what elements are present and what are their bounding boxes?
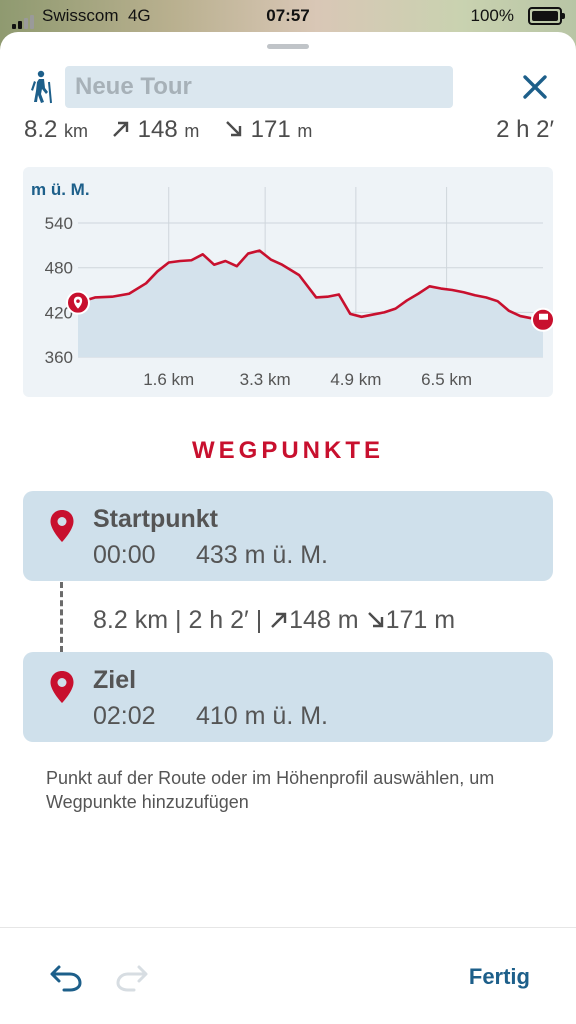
tour-stats: 8.2 km 148 m 171 m 2 h 2′ bbox=[24, 116, 554, 146]
waypoint-card-end[interactable]: Ziel 02:02 410 m ü. M. bbox=[23, 652, 553, 742]
undo-icon[interactable] bbox=[48, 962, 84, 992]
distance-stat: 8.2 km bbox=[24, 116, 89, 143]
y-tick-label: 360 bbox=[45, 348, 73, 367]
ascent-arrow-icon bbox=[113, 121, 129, 137]
waypoint-time: 00:00 bbox=[93, 541, 156, 569]
waypoint-time: 02:02 bbox=[93, 702, 156, 730]
battery-percent: 100% bbox=[470, 6, 514, 25]
segment-duration: 2 h 2′ bbox=[188, 606, 249, 634]
elevation-area bbox=[78, 250, 543, 357]
x-tick-label: 4.9 km bbox=[330, 370, 381, 389]
waypoint-elevation: 410 m ü. M. bbox=[196, 702, 328, 730]
ascent-stat: 148 m bbox=[111, 116, 199, 144]
descent-arrow-icon bbox=[367, 612, 383, 628]
descent-stat: 171 m bbox=[224, 116, 312, 144]
segment-descent: 171 m bbox=[385, 606, 456, 634]
x-tick-label: 6.5 km bbox=[421, 370, 472, 389]
y-tick-label: 480 bbox=[45, 259, 73, 278]
segment-stats: 8.2 km | 2 h 2′ | 148 m 171 m bbox=[93, 606, 456, 634]
redo-icon[interactable] bbox=[114, 962, 150, 992]
ascent-arrow-icon bbox=[271, 612, 287, 628]
waypoint-elevation: 433 m ü. M. bbox=[196, 541, 328, 569]
segment-distance: 8.2 km bbox=[93, 606, 169, 634]
waypoint-hint: Punkt auf der Route oder im Höhenprofil … bbox=[46, 768, 495, 812]
descent-arrow-icon bbox=[226, 121, 242, 137]
start-pin-dot bbox=[76, 299, 80, 303]
waypoint-name: Startpunkt bbox=[93, 505, 218, 533]
elevation-chart[interactable]: m ü. M.3604204805401.6 km 3.3 km 4.9 km 6.5… bbox=[23, 167, 553, 397]
waypoint-name: Ziel bbox=[93, 666, 137, 694]
close-icon[interactable] bbox=[518, 70, 552, 104]
y-axis-label: m ü. M. bbox=[31, 180, 90, 199]
y-tick-label: 540 bbox=[45, 214, 73, 233]
done-button[interactable]: Fertig bbox=[469, 964, 530, 990]
waypoint-card-start[interactable]: Startpunkt 00:00 433 m ü. M. bbox=[23, 491, 553, 581]
x-tick-label: 3.3 km bbox=[240, 370, 291, 389]
tour-title-input[interactable] bbox=[65, 66, 453, 108]
tour-sheet: 8.2 km 148 m 171 m 2 h 2′ m ü. M.3604204… bbox=[0, 32, 576, 1024]
hiker-icon bbox=[31, 70, 52, 104]
waypoints-title: WEGPUNKTE bbox=[192, 437, 384, 464]
location-pin-icon bbox=[50, 671, 74, 703]
sheet-grabber[interactable] bbox=[267, 44, 309, 49]
end-marker bbox=[531, 307, 553, 332]
location-pin-icon bbox=[50, 510, 74, 542]
status-bar: Swisscom 4G 07:57 100% bbox=[0, 0, 576, 32]
segment-connector bbox=[60, 582, 63, 652]
elevation-profile[interactable]: m ü. M. 360 420 480 540 1.6 km 3.3 km 4.9 km 6.5… bbox=[23, 167, 553, 397]
x-tick-label: 1.6 km bbox=[143, 370, 194, 389]
segment-ascent: 148 m bbox=[289, 606, 359, 634]
duration-stat: 2 h 2′ bbox=[496, 116, 554, 143]
battery-icon bbox=[528, 7, 565, 25]
toolbar-divider bbox=[0, 927, 576, 928]
